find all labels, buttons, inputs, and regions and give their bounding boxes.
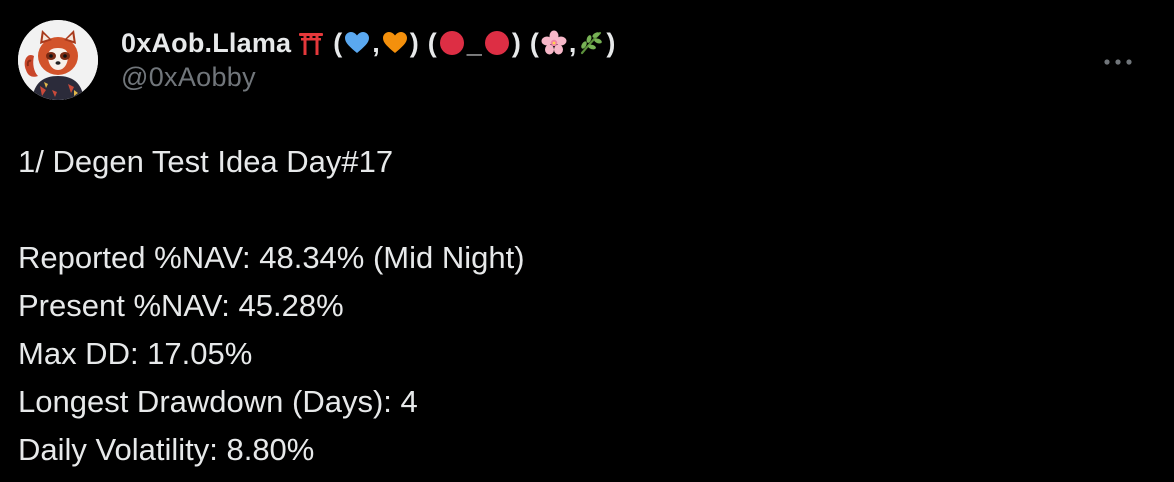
tweet-line-present-nav: Present %NAV: 45.28% [18, 288, 344, 323]
orange-heart-icon [381, 29, 409, 57]
display-name-row[interactable]: 0xAob.Llama (,) (_) (,) [121, 26, 616, 60]
paren-open: ( [427, 27, 437, 58]
tweet-line-max-dd: Max DD: 17.05% [18, 336, 253, 371]
tweet-card: 0xAob.Llama (,) (_) (,) @0xAobby 1… [0, 0, 1174, 482]
red-circle-icon [483, 29, 511, 57]
paren-close: ) [409, 27, 419, 58]
paren-close: ) [606, 27, 616, 58]
avatar[interactable] [18, 20, 98, 100]
tweet-header: 0xAob.Llama (,) (_) (,) @0xAobby [18, 20, 1154, 110]
herb-icon [577, 29, 605, 57]
paren-open: ( [333, 27, 343, 58]
display-name[interactable]: 0xAob.Llama [121, 28, 291, 59]
torii-gate-icon [297, 29, 325, 57]
blue-heart-icon [343, 29, 371, 57]
comma-separator: , [568, 27, 577, 58]
underscore-separator: _ [466, 27, 482, 58]
author-identity: 0xAob.Llama (,) (_) (,) @0xAobby [121, 26, 616, 93]
red-panda-avatar-icon [18, 20, 98, 100]
author-handle[interactable]: @0xAobby [121, 62, 616, 93]
more-options-button[interactable] [1100, 44, 1136, 80]
more-dots-icon [1104, 59, 1132, 65]
tweet-line-longest-drawdown: Longest Drawdown (Days): 4 [18, 384, 418, 419]
paren-close: ) [511, 27, 521, 58]
tweet-line-reported-nav: Reported %NAV: 48.34% (Mid Night) [18, 240, 525, 275]
tweet-line-daily-volatility: Daily Volatility: 8.80% [18, 432, 315, 467]
tweet-line-title: 1/ Degen Test Idea Day#17 [18, 144, 394, 179]
paren-open: ( [529, 27, 539, 58]
name-decorations: ( , ) (_) (,) [297, 28, 616, 59]
tweet-text: 1/ Degen Test Idea Day#17 Reported %NAV:… [18, 138, 1154, 474]
comma-separator: , [372, 27, 380, 58]
red-circle-icon [438, 29, 466, 57]
cherry-blossom-icon [540, 29, 568, 57]
